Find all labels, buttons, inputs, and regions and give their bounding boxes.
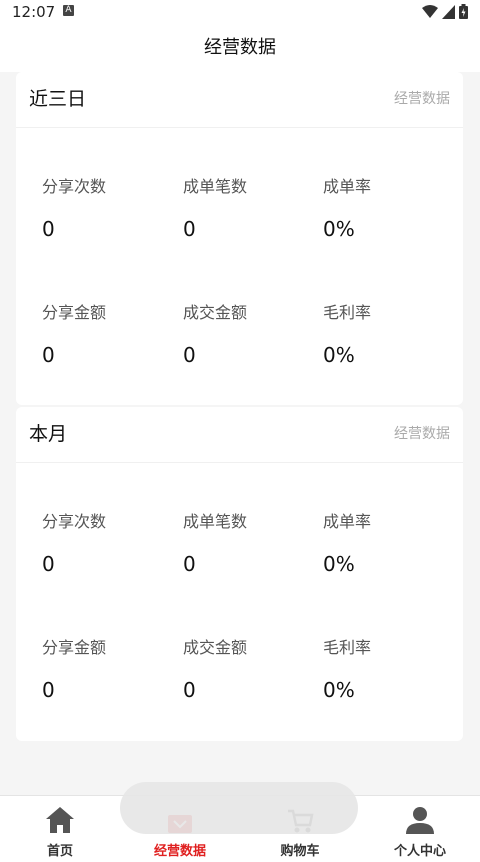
stat-label: 成交金额 xyxy=(183,638,248,657)
stat-label: 毛利率 xyxy=(323,303,372,322)
stat-value: 0% xyxy=(323,678,355,702)
stat-value: 0 xyxy=(42,552,55,576)
stat-share-count: 分享次数 0 xyxy=(42,508,106,576)
stat-value: 0 xyxy=(183,343,196,367)
battery-icon xyxy=(459,4,468,19)
stat-value: 0% xyxy=(323,343,355,367)
stat-label: 毛利率 xyxy=(323,638,372,657)
tab-label: 购物车 xyxy=(280,844,320,859)
stat-gross-margin: 毛利率 0% xyxy=(323,299,371,367)
stat-share-amount: 分享金额 0 xyxy=(42,634,106,702)
home-icon xyxy=(46,807,74,833)
stat-label: 成单率 xyxy=(323,177,372,196)
stat-value: 0 xyxy=(42,343,55,367)
stat-share-count: 分享次数 0 xyxy=(42,173,106,241)
tab-profile[interactable]: 个人中心 xyxy=(360,796,480,862)
stat-label: 成单笔数 xyxy=(183,177,248,196)
tab-label: 首页 xyxy=(46,844,73,859)
stat-label: 成交金额 xyxy=(183,303,248,322)
stat-share-amount: 分享金额 0 xyxy=(42,299,106,367)
stat-value: 0% xyxy=(323,217,355,241)
page-header: 经营数据 xyxy=(0,24,480,72)
stat-value: 0 xyxy=(183,217,196,241)
status-time: 12:07 xyxy=(12,3,56,21)
stat-order-count: 成单笔数 0 xyxy=(183,173,247,241)
stat-label: 分享金额 xyxy=(42,638,107,657)
stat-value: 0 xyxy=(183,552,196,576)
section-card-month: 本月 经营数据 分享次数 0 成单笔数 0 成单率 0% 分享金额 0 成交金额… xyxy=(16,407,463,741)
stat-label: 成单笔数 xyxy=(183,512,248,531)
section-header: 本月 经营数据 xyxy=(16,407,463,463)
status-bar: 12:07 A xyxy=(0,0,480,24)
tab-home[interactable]: 首页 xyxy=(0,796,120,862)
stat-value: 0 xyxy=(183,678,196,702)
signal-icon xyxy=(442,4,455,19)
stat-value: 0 xyxy=(42,217,55,241)
stat-conversion-rate: 成单率 0% xyxy=(323,508,371,576)
stat-label: 成单率 xyxy=(323,512,372,531)
section-title: 近三日 xyxy=(29,88,87,110)
user-icon xyxy=(406,807,434,834)
page-title: 经营数据 xyxy=(204,37,276,58)
notification-icon: A xyxy=(63,5,74,16)
toast-overlay xyxy=(120,782,358,834)
section-link[interactable]: 经营数据 xyxy=(394,72,450,127)
status-icons xyxy=(422,4,468,19)
wifi-icon xyxy=(422,4,438,18)
stat-order-count: 成单笔数 0 xyxy=(183,508,247,576)
tab-label: 个人中心 xyxy=(393,844,446,859)
stat-deal-amount: 成交金额 0 xyxy=(183,299,247,367)
stat-gross-margin: 毛利率 0% xyxy=(323,634,371,702)
section-link[interactable]: 经营数据 xyxy=(394,407,450,462)
stat-value: 0% xyxy=(323,552,355,576)
stat-value: 0 xyxy=(42,678,55,702)
stat-label: 分享次数 xyxy=(42,177,107,196)
stat-label: 分享次数 xyxy=(42,512,107,531)
stat-label: 分享金额 xyxy=(42,303,107,322)
tab-label: 经营数据 xyxy=(153,844,206,859)
section-title: 本月 xyxy=(29,423,68,445)
stat-conversion-rate: 成单率 0% xyxy=(323,173,371,241)
section-header: 近三日 经营数据 xyxy=(16,72,463,128)
section-card-recent: 近三日 经营数据 分享次数 0 成单笔数 0 成单率 0% 分享金额 0 成交金… xyxy=(16,72,463,405)
stat-deal-amount: 成交金额 0 xyxy=(183,634,247,702)
